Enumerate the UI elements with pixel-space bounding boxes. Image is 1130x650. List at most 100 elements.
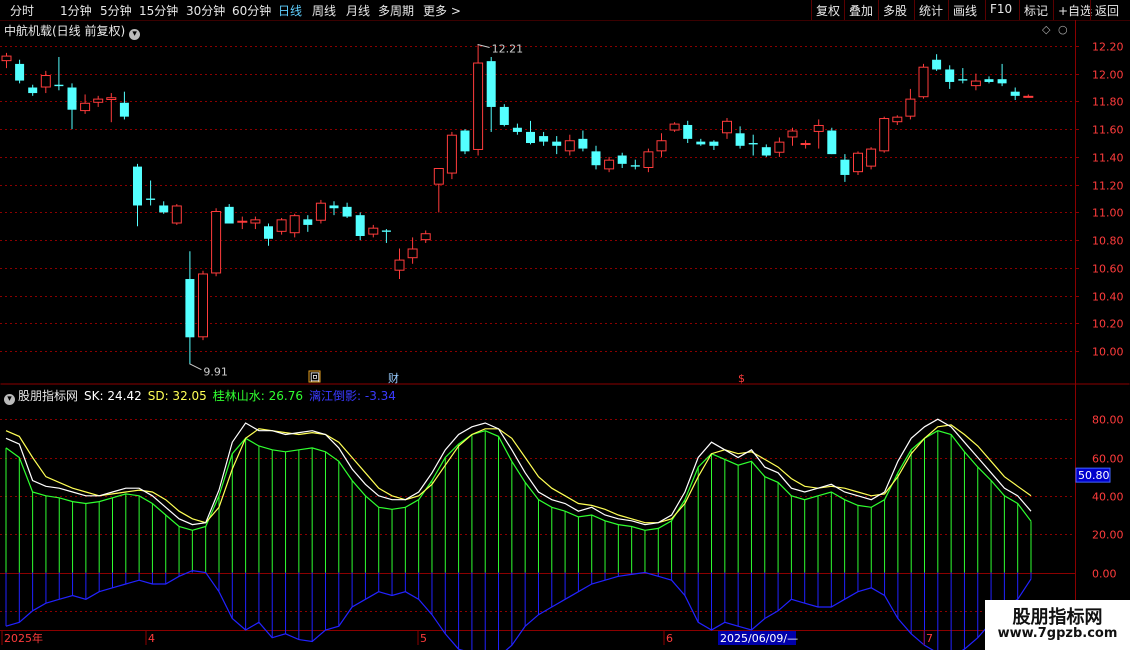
candle-body	[486, 61, 496, 107]
price-tick-label: 10.20	[1092, 318, 1124, 331]
high-pointer	[477, 44, 490, 48]
event-marker-dividend: $	[738, 372, 745, 385]
candle-body	[827, 130, 837, 155]
candle-body	[813, 124, 824, 132]
candle-body	[787, 130, 798, 138]
candle-body	[171, 205, 182, 224]
price-tick-label: 11.00	[1092, 207, 1124, 220]
indicator-current-value: 50.80	[1078, 469, 1110, 482]
diamond-icon: ◇	[1042, 23, 1051, 36]
candle-body	[289, 215, 300, 234]
candle-body	[564, 140, 575, 152]
candle-body	[381, 230, 391, 232]
date-label: 6	[666, 632, 673, 645]
date-cursor-label: 2025/06/09/—	[720, 632, 798, 645]
indicator-tick-label: 60.00	[1092, 453, 1124, 466]
candle-body	[774, 141, 785, 153]
low-label: 9.91	[203, 366, 228, 379]
candle-body	[958, 79, 968, 81]
candle-body	[630, 165, 640, 167]
candle-body	[591, 151, 601, 166]
candle-body	[80, 102, 91, 112]
candle-body	[932, 59, 942, 70]
chart-canvas[interactable]: 12.20 12.00 11.80 11.60 11.40 11.20 11.00 10.80…	[0, 0, 1130, 650]
candle-body	[604, 159, 615, 170]
indicator-sk: SK: 24.42	[84, 389, 142, 403]
candle-body	[918, 66, 929, 98]
price-tick-label: 11.40	[1092, 152, 1124, 165]
candle-body	[552, 141, 562, 146]
price-tick-label: 12.20	[1092, 41, 1124, 54]
price-tick-label: 10.40	[1092, 291, 1124, 304]
candle-body	[211, 211, 222, 274]
date-label: 2025年	[4, 631, 43, 645]
event-marker-buyback: 回	[310, 372, 320, 384]
watermark: 股朋指标网 www.7gpzb.com	[985, 600, 1130, 650]
candle-body	[67, 87, 77, 110]
candle-body	[526, 131, 535, 144]
candle-body	[28, 87, 38, 94]
price-tick-label: 10.80	[1092, 235, 1124, 248]
candle-body	[1010, 91, 1020, 96]
candle-body	[945, 69, 955, 82]
candle-body	[185, 279, 195, 338]
candle-body	[460, 130, 470, 152]
candle-body	[683, 124, 693, 139]
date-label: 4	[148, 632, 155, 645]
candle-body	[970, 80, 981, 87]
indicator-gl: 桂林山水: 26.76	[212, 389, 304, 403]
candle-body	[355, 215, 365, 236]
candle-body	[315, 202, 326, 221]
lj-line	[5, 569, 1032, 650]
candle-body	[342, 206, 352, 217]
candle-body	[250, 219, 261, 224]
candle-body	[853, 152, 863, 173]
price-tick-label: 11.60	[1092, 124, 1124, 137]
candle-body	[669, 123, 680, 131]
candle-body	[617, 155, 627, 164]
indicator-name[interactable]: 股朋指标网	[18, 389, 78, 403]
candle-body	[748, 143, 758, 145]
candle-body	[15, 63, 25, 81]
candle-body	[905, 98, 916, 117]
indicator-lj: 漓江倒影: -3.34	[309, 389, 396, 403]
indicator-sd: SD: 32.05	[147, 389, 207, 403]
candle-body	[984, 79, 994, 82]
panel-divider	[0, 383, 1130, 385]
candle-body	[119, 102, 129, 117]
indicator-tick-label: 40.00	[1092, 491, 1124, 504]
candle-body	[800, 143, 811, 146]
candle-body	[696, 141, 706, 145]
gl-line	[5, 430, 1032, 531]
candle-body	[539, 136, 549, 142]
candle-body	[93, 98, 104, 103]
candle-body	[512, 127, 522, 132]
candle-body	[578, 138, 588, 149]
watermark-url: www.7gpzb.com	[997, 626, 1118, 641]
high-label: 12.21	[492, 42, 523, 55]
candle-body	[997, 79, 1007, 84]
candle-body	[264, 226, 273, 239]
candle-body	[368, 227, 379, 235]
candle-body	[146, 198, 156, 200]
candle-body	[643, 151, 654, 168]
sd-line	[5, 424, 1032, 524]
candle-body	[198, 273, 208, 338]
candle-body	[394, 259, 405, 271]
candle-body	[224, 206, 234, 224]
circle-icon: ○	[1058, 23, 1068, 36]
candle-body	[329, 205, 339, 209]
indicator-tick-label: 20.00	[1092, 529, 1124, 542]
price-tick-label: 10.00	[1092, 346, 1124, 359]
candle-body	[446, 134, 457, 174]
candle-body	[1, 55, 12, 62]
price-tick-label: 11.80	[1092, 96, 1124, 109]
indicator-menu-icon[interactable]: ▾	[4, 394, 15, 405]
indicator-header: ▾ 股朋指标网 SK: 24.42 SD: 32.05 桂林山水: 26.76 漓江倒影:…	[4, 387, 402, 405]
candle-body	[709, 141, 719, 146]
candle-body	[840, 159, 850, 175]
price-tick-label: 10.60	[1092, 263, 1124, 276]
date-label: 5	[420, 632, 427, 645]
candle-body	[276, 219, 287, 232]
candle-body	[303, 219, 313, 225]
